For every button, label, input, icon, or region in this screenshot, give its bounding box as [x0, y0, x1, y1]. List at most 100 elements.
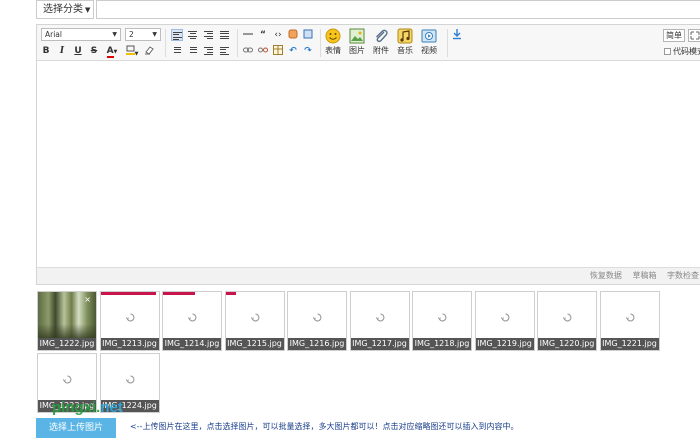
loading-spinner-icon — [563, 313, 572, 322]
select-upload-images-button[interactable]: 选择上传图片 — [36, 418, 116, 438]
undo-button[interactable]: ↶ — [287, 45, 299, 57]
word-check-link[interactable]: 字数检查 — [667, 271, 699, 280]
restore-data-link[interactable]: 恢复数据 — [590, 271, 622, 280]
attachment-thumbnail[interactable]: IMG_1213.jpg — [99, 291, 160, 351]
clear-format-button[interactable] — [143, 45, 155, 57]
attachment-thumbnail[interactable]: × IMG_1222.jpg — [37, 291, 97, 351]
emoticon-button[interactable]: 表情 — [322, 28, 344, 58]
site-watermark: pingxi.net — [52, 399, 123, 416]
loading-spinner-icon — [375, 313, 384, 322]
align-left-button[interactable] — [171, 29, 183, 41]
loading-spinner-icon — [625, 313, 634, 322]
attachment-thumbnail[interactable]: IMG_1214.jpg — [162, 291, 222, 351]
loading-spinner-icon — [500, 313, 509, 322]
simple-mode-button[interactable]: 简单 — [663, 29, 685, 42]
toolbar-separator — [320, 29, 321, 57]
attachment-thumbnail[interactable]: IMG_1216.jpg — [287, 291, 347, 351]
eraser-icon — [145, 46, 154, 55]
loading-spinner-icon — [313, 313, 322, 322]
attachment-thumbnail[interactable]: IMG_1218.jpg — [412, 291, 472, 351]
delete-icon[interactable]: × — [84, 295, 91, 304]
attachment-thumbnail[interactable]: IMG_1221.jpg — [599, 291, 660, 351]
attachment-thumbnail[interactable]: IMG_1217.jpg — [349, 291, 410, 351]
image-icon — [349, 28, 365, 44]
font-family-select[interactable]: Arial ▼ — [41, 28, 121, 41]
attachment-thumbnail[interactable]: IMG_1220.jpg — [537, 291, 597, 351]
caret-down-icon: ▼ — [113, 49, 118, 55]
outdent-icon — [204, 47, 213, 55]
paperclip-icon — [376, 29, 388, 43]
thumbnail-caption: IMG_1222.jpg — [38, 338, 96, 350]
italic-button[interactable]: I — [56, 45, 68, 57]
bold-button[interactable]: B — [40, 45, 52, 57]
toolbar-separator — [447, 29, 448, 57]
thumbnail-caption: IMG_1219.jpg — [475, 338, 534, 350]
code-mode-checkbox[interactable]: 代码模式 — [664, 46, 700, 57]
quote-icon: “ — [260, 30, 266, 40]
attachment-thumbnail[interactable]: IMG_1215.jpg — [224, 291, 285, 351]
outdent-button[interactable] — [203, 45, 215, 57]
upload-progress-bar — [100, 292, 156, 295]
unordered-list-button[interactable] — [187, 45, 199, 57]
music-button[interactable]: 音乐 — [394, 28, 416, 58]
category-select[interactable]: 选择分类 ▼ — [36, 0, 94, 19]
unlink-button[interactable] — [257, 45, 269, 57]
loading-spinner-icon — [125, 313, 134, 322]
code-mode-label: 代码模式 — [673, 47, 700, 56]
redo-button[interactable]: ↷ — [302, 45, 314, 57]
editor-statusbar: 恢复数据 草稿箱 字数检查 — [37, 267, 700, 284]
caret-down-icon: ▼ — [85, 6, 91, 14]
download-button[interactable] — [451, 28, 463, 40]
thumbnail-caption: IMG_1214.jpg — [163, 338, 221, 350]
video-label: 视频 — [421, 46, 437, 55]
indent-button[interactable] — [219, 45, 231, 57]
code-button[interactable]: ‹› — [272, 29, 284, 41]
align-justify-button[interactable] — [219, 29, 231, 41]
toolbar-separator — [237, 29, 238, 57]
post-header-row: 选择分类 ▼ — [36, 0, 700, 20]
attachment-thumbnail[interactable]: IMG_1219.jpg — [474, 291, 535, 351]
align-center-button[interactable] — [187, 29, 199, 41]
font-size-select[interactable]: 2 ▼ — [125, 28, 161, 41]
horizontal-rule-icon — [243, 33, 253, 35]
table-button[interactable] — [272, 45, 284, 57]
loading-spinner-icon — [63, 375, 72, 384]
video-button[interactable]: 视频 — [418, 28, 440, 58]
caret-down-icon: ▼ — [152, 31, 157, 38]
attachment-button[interactable]: 附件 — [370, 28, 392, 58]
upload-hint: <--上传图片在这里，点击选择图片，可以批量选择，多大图片都可以！点击对应缩略图… — [130, 422, 519, 431]
image-label: 图片 — [349, 46, 365, 55]
horizontal-rule-button[interactable] — [242, 29, 254, 41]
tag-icon — [288, 29, 298, 39]
emoticon-label: 表情 — [325, 46, 341, 55]
title-input[interactable] — [96, 0, 700, 19]
loading-spinner-icon — [125, 375, 134, 384]
link-button[interactable] — [242, 45, 254, 57]
font-family-value: Arial — [45, 30, 62, 39]
highlight-icon — [125, 45, 135, 55]
thumbnail-caption: IMG_1220.jpg — [538, 338, 596, 350]
strikethrough-button[interactable]: S — [88, 45, 100, 57]
upload-progress-bar — [163, 292, 195, 295]
loading-spinner-icon — [438, 313, 447, 322]
attachment-label: 附件 — [373, 46, 389, 55]
image-button[interactable]: 图片 — [346, 28, 368, 58]
ordered-list-button[interactable] — [171, 45, 183, 57]
table-icon — [273, 45, 283, 55]
caret-down-icon: ▼ — [112, 31, 117, 38]
thumbnail-caption: IMG_1215.jpg — [225, 338, 284, 350]
quote-button[interactable]: “ — [257, 29, 269, 41]
draft-box-link[interactable]: 草稿箱 — [632, 271, 656, 280]
editor-content-area[interactable] — [37, 62, 700, 268]
font-color-button[interactable]: A▼ — [103, 45, 121, 58]
indent-icon — [220, 47, 229, 55]
free-tag-button[interactable] — [287, 29, 299, 41]
page-break-button[interactable] — [302, 29, 314, 41]
underline-button[interactable]: U — [72, 45, 84, 57]
highlight-color-button[interactable]: ▼ — [123, 45, 141, 57]
align-right-button[interactable] — [203, 29, 215, 41]
thumbnail-caption: IMG_1221.jpg — [600, 338, 659, 350]
fullscreen-button[interactable] — [688, 29, 700, 42]
toolbar-separator — [165, 29, 166, 57]
smiley-icon — [325, 28, 341, 44]
